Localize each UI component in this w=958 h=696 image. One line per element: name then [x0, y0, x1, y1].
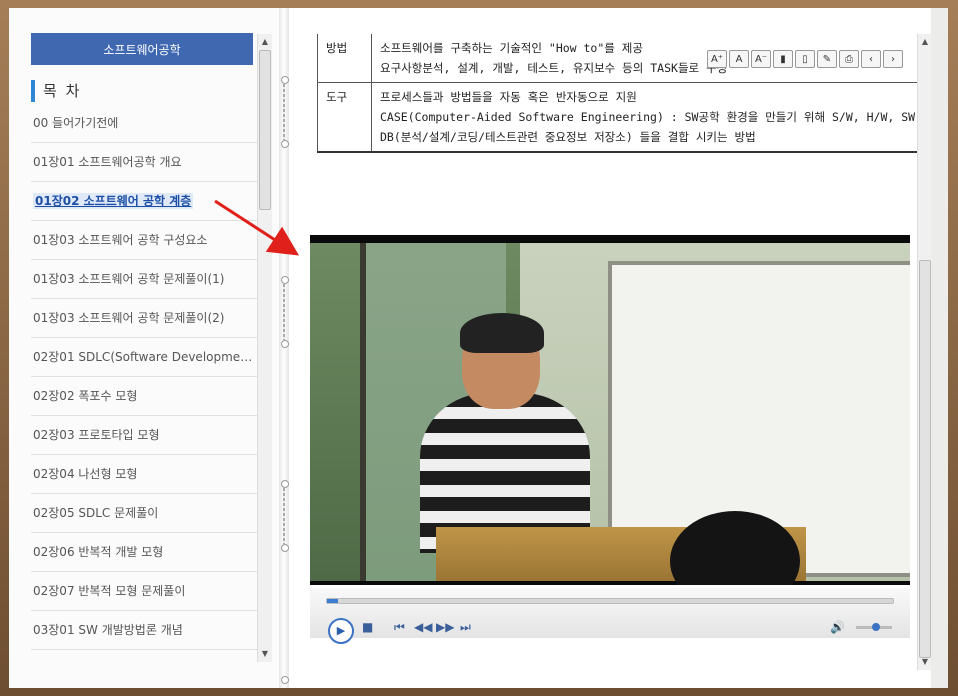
toc-item[interactable]: 01장03 소프트웨어 공학 문제풀이(2) — [31, 299, 257, 338]
toc-title: 목 차 — [31, 80, 81, 102]
next-page-icon[interactable]: › — [883, 50, 903, 68]
fast-forward-icon[interactable]: ▶▶ — [436, 620, 454, 634]
video-progress-fill — [327, 599, 339, 603]
toc-item-label: 02장07 반복적 모형 문제풀이 — [33, 584, 186, 598]
binding-ring — [281, 544, 289, 552]
font-reset-icon[interactable]: A — [729, 50, 749, 68]
table-head-cell: 도구 — [317, 82, 372, 153]
volume-icon[interactable]: 🔊 — [830, 620, 845, 634]
toc-item-label: 01장01 소프트웨어공학 개요 — [33, 155, 182, 169]
table-row: 도구 프로세스들과 방법들을 자동 혹은 반자동으로 지원 CASE(Compu… — [317, 82, 931, 153]
scroll-up-icon[interactable]: ▲ — [918, 36, 932, 48]
video-controls: ▶ ■ ⏮ ◀◀ ▶▶ ⏭ 🔊 — [310, 588, 910, 644]
content-scrollbar[interactable]: ▲ ▼ — [917, 34, 932, 670]
table-line: DB(분석/설계/코딩/테스트관련 중요정보 저장소) 들을 결합 시키는 방법 — [380, 130, 756, 144]
table-line: CASE(Computer-Aided Software Engineering… — [380, 110, 922, 124]
binding-ring — [281, 676, 289, 684]
toc-item-label: 01장02 소프트웨어 공학 계층 — [33, 193, 194, 209]
reader-toolbar: A⁺ A A⁻ ▮ ▯ ✎ ⎙ ‹ › — [707, 50, 903, 68]
video-speaker-hair — [460, 313, 544, 353]
play-icon[interactable]: ▶ — [328, 618, 354, 644]
table-line: 프로세스들과 방법들을 자동 혹은 반자동으로 지원 — [380, 90, 637, 104]
font-decrease-icon[interactable]: A⁻ — [751, 50, 771, 68]
toc-scrollbar[interactable]: ▲ ▼ — [257, 34, 272, 662]
toc-item[interactable]: 02장04 나선형 모형 — [31, 455, 257, 494]
binding-chain — [283, 84, 285, 140]
book-spine — [279, 8, 289, 688]
toc-item-label: 02장02 폭포수 모형 — [33, 389, 138, 403]
rewind-icon[interactable]: ◀◀ — [414, 620, 432, 634]
scroll-down-icon[interactable]: ▼ — [258, 648, 272, 660]
book-right-edge — [931, 8, 948, 688]
bookmark-list-icon[interactable]: ▯ — [795, 50, 815, 68]
scroll-up-icon[interactable]: ▲ — [258, 36, 272, 48]
left-page: 소프트웨어공학 목 차 00 들어가기전에 01장01 소프트웨어공학 개요 01장… — [9, 8, 280, 688]
toc-scroll-thumb[interactable] — [259, 50, 271, 210]
lecture-video[interactable] — [310, 235, 910, 585]
toc-item[interactable]: 02장05 SDLC 문제풀이 — [31, 494, 257, 533]
toc-item-label: 01장03 소프트웨어 공학 문제풀이(2) — [33, 311, 225, 325]
print-icon[interactable]: ⎙ — [839, 50, 859, 68]
toc-item[interactable]: 02장07 반복적 모형 문제풀이 — [31, 572, 257, 611]
content-scroll-thumb[interactable] — [919, 260, 931, 658]
stop-icon[interactable]: ■ — [362, 620, 373, 634]
toc-item-label: 02장01 SDLC(Software Development Lif... — [33, 350, 257, 364]
toc-item-label: 01장03 소프트웨어 공학 문제풀이(1) — [33, 272, 225, 286]
toc-item[interactable]: 02장01 SDLC(Software Development Lif... — [31, 338, 257, 377]
toc-item[interactable]: 02장06 반복적 개발 모형 — [31, 533, 257, 572]
binding-ring — [281, 140, 289, 148]
toc-item-label: 02장04 나선형 모형 — [33, 467, 138, 481]
volume-slider[interactable] — [856, 623, 892, 631]
toc-item[interactable]: 01장01 소프트웨어공학 개요 — [31, 143, 257, 182]
toc-item[interactable]: 02장02 폭포수 모형 — [31, 377, 257, 416]
toc-item[interactable]: 01장03 소프트웨어 공학 구성요소 — [31, 221, 257, 260]
toc-list: 00 들어가기전에 01장01 소프트웨어공학 개요 01장02 소프트웨어 공학 … — [31, 104, 257, 664]
binding-ring — [281, 276, 289, 284]
toc-item-label: 00 들어가기전에 — [33, 116, 119, 130]
course-title-header: 소프트웨어공학 — [31, 33, 253, 65]
prev-page-icon[interactable]: ‹ — [861, 50, 881, 68]
scroll-down-icon[interactable]: ▼ — [918, 656, 932, 668]
toc-item-label: 02장06 반복적 개발 모형 — [33, 545, 164, 559]
table-head-cell: 방법 — [317, 34, 372, 83]
table-content-cell: 프로세스들과 방법들을 자동 혹은 반자동으로 지원 CASE(Computer… — [371, 82, 931, 153]
book-spread: 소프트웨어공학 목 차 00 들어가기전에 01장01 소프트웨어공학 개요 01장… — [9, 8, 948, 688]
toc-item-label: 02장03 프로토타입 모형 — [33, 428, 160, 442]
binding-ring — [281, 76, 289, 84]
binding-ring — [281, 480, 289, 488]
toc-item[interactable]: 03장01 SW 개발방법론 개념 — [31, 611, 257, 650]
video-frame — [310, 243, 910, 585]
skip-back-icon[interactable]: ⏮ — [394, 620, 405, 635]
toc-item-label: 03장01 SW 개발방법론 개념 — [33, 623, 183, 637]
video-progress-bar[interactable] — [326, 598, 894, 604]
bookmark-icon[interactable]: ▮ — [773, 50, 793, 68]
toc-item-label: 02장05 SDLC 문제풀이 — [33, 506, 159, 520]
toc-item-label: 01장03 소프트웨어 공학 구성요소 — [33, 233, 208, 247]
binding-chain — [283, 284, 285, 340]
toc-item[interactable]: 01장03 소프트웨어 공학 문제풀이(1) — [31, 260, 257, 299]
binding-ring — [281, 340, 289, 348]
toc-item[interactable]: 01장02 소프트웨어 공학 계층 — [31, 182, 257, 221]
binding-chain — [283, 488, 285, 544]
volume-knob[interactable] — [871, 623, 880, 631]
memo-icon[interactable]: ✎ — [817, 50, 837, 68]
skip-forward-icon[interactable]: ⏭ — [460, 620, 471, 635]
font-increase-icon[interactable]: A⁺ — [707, 50, 727, 68]
toc-item[interactable]: 00 들어가기전에 — [31, 104, 257, 143]
toc-item[interactable]: 02장03 프로토타입 모형 — [31, 416, 257, 455]
right-page: 방법 소프트웨어를 구축하는 기술적인 "How to"를 제공 요구사항분석,… — [289, 8, 932, 688]
